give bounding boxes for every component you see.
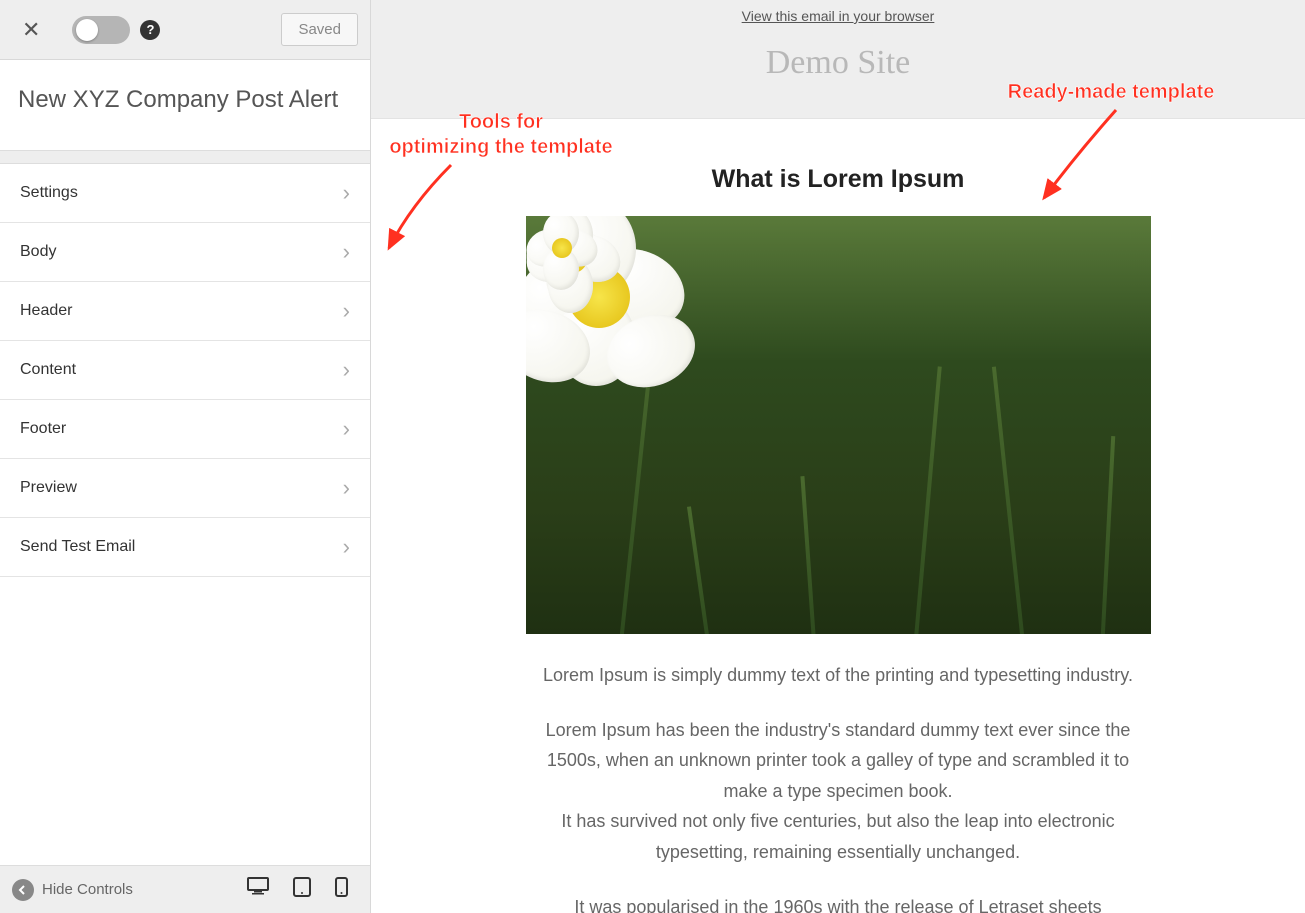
sidebar-bottombar: Hide Controls	[0, 865, 370, 913]
chevron-right-icon: ›	[343, 300, 350, 322]
view-in-browser-link[interactable]: View this email in your browser	[742, 8, 935, 24]
sidebar-topbar: ✕ ? Saved	[0, 0, 370, 60]
email-header: View this email in your browser Demo Sit…	[371, 0, 1305, 119]
email-body: What is Lorem Ipsum	[526, 119, 1151, 913]
desktop-icon[interactable]	[247, 877, 269, 903]
tablet-icon[interactable]	[293, 877, 311, 903]
email-paragraph: Lorem Ipsum has been the industry's stan…	[526, 715, 1151, 868]
menu-item-label: Send Test Email	[20, 538, 135, 556]
settings-menu: Settings › Body › Header › Content › Foo…	[0, 164, 370, 865]
menu-item-label: Header	[20, 302, 72, 320]
close-icon[interactable]: ✕	[12, 11, 50, 49]
mobile-icon[interactable]	[335, 877, 348, 903]
email-paragraph: It was popularised in the 1960s with the…	[526, 892, 1151, 913]
email-preview-pane[interactable]: View this email in your browser Demo Sit…	[371, 0, 1305, 913]
menu-item-content[interactable]: Content ›	[0, 341, 370, 400]
chevron-right-icon: ›	[343, 418, 350, 440]
chevron-right-icon: ›	[343, 241, 350, 263]
chevron-right-icon: ›	[343, 536, 350, 558]
help-icon[interactable]: ?	[140, 20, 160, 40]
menu-item-send-test[interactable]: Send Test Email ›	[0, 518, 370, 577]
page-title: New XYZ Company Post Alert	[0, 60, 370, 150]
featured-image	[526, 216, 1151, 634]
hide-controls-label: Hide Controls	[42, 881, 133, 898]
post-title: What is Lorem Ipsum	[526, 165, 1151, 194]
chevron-left-icon	[12, 879, 34, 901]
hide-controls-button[interactable]: Hide Controls	[12, 879, 133, 901]
menu-item-label: Preview	[20, 479, 77, 497]
device-switcher	[247, 877, 358, 903]
divider	[0, 150, 370, 164]
annotation-arrow-icon	[371, 150, 471, 270]
chevron-right-icon: ›	[343, 477, 350, 499]
menu-item-header[interactable]: Header ›	[0, 282, 370, 341]
menu-item-label: Body	[20, 243, 56, 261]
menu-item-label: Content	[20, 361, 76, 379]
enable-toggle[interactable]	[72, 16, 130, 44]
chevron-right-icon: ›	[343, 182, 350, 204]
save-button[interactable]: Saved	[281, 13, 358, 46]
menu-item-preview[interactable]: Preview ›	[0, 459, 370, 518]
menu-item-label: Settings	[20, 184, 78, 202]
email-paragraph: Lorem Ipsum is simply dummy text of the …	[526, 660, 1151, 691]
site-title: Demo Site	[371, 44, 1305, 82]
menu-item-settings[interactable]: Settings ›	[0, 164, 370, 223]
menu-item-body[interactable]: Body ›	[0, 223, 370, 282]
menu-item-footer[interactable]: Footer ›	[0, 400, 370, 459]
chevron-right-icon: ›	[343, 359, 350, 381]
menu-item-label: Footer	[20, 420, 66, 438]
customizer-sidebar: ✕ ? Saved New XYZ Company Post Alert Set…	[0, 0, 371, 913]
